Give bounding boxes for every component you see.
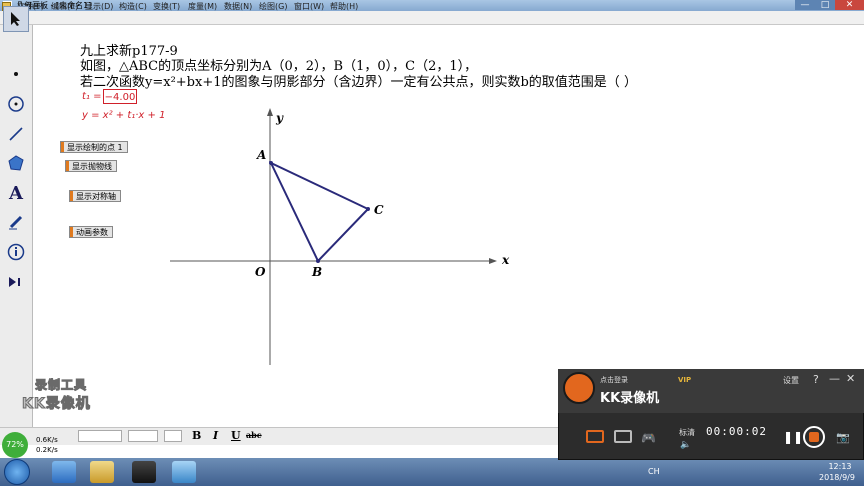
- recorder-settings-button[interactable]: 设置: [783, 375, 799, 386]
- menu-display[interactable]: 显示(D): [85, 1, 113, 13]
- show-points-button[interactable]: 显示绘制的点 1: [60, 141, 128, 153]
- polygon-icon[interactable]: [3, 150, 29, 176]
- close-button[interactable]: ✕: [835, 0, 864, 10]
- menu-transform[interactable]: 变换(T): [153, 1, 180, 13]
- recorder-help-button[interactable]: ?: [813, 373, 819, 386]
- recording-quality[interactable]: 标清: [679, 427, 695, 438]
- menu-bar: [0, 11, 864, 25]
- bold-button[interactable]: B: [192, 429, 201, 442]
- recording-timer: 00:00:02: [706, 425, 767, 438]
- compass-circle-icon[interactable]: [3, 91, 29, 117]
- menu-measure[interactable]: 度量(M): [188, 1, 217, 13]
- record-game-mode-icon[interactable]: 🎮: [641, 431, 656, 445]
- marker-icon[interactable]: [3, 209, 29, 235]
- taskbar: [0, 458, 864, 486]
- file-explorer-icon[interactable]: [90, 461, 114, 483]
- show-parabola-button[interactable]: 显示抛物线: [65, 160, 117, 172]
- line-icon[interactable]: [3, 121, 29, 147]
- font-family-select[interactable]: [78, 430, 122, 442]
- kk-logo-icon: [563, 372, 595, 404]
- record-window-mode-icon[interactable]: [614, 430, 632, 443]
- parameter-label: t₁ =: [82, 91, 102, 102]
- recorder-minimize-button[interactable]: —: [829, 372, 840, 385]
- show-axis-button[interactable]: 显示对称轴: [69, 190, 121, 202]
- custom-tool-icon[interactable]: [3, 269, 29, 295]
- menu-construct[interactable]: 构造(C): [119, 1, 147, 13]
- record-screen-mode-icon[interactable]: [586, 430, 604, 443]
- network-usage-gauge: 72%: [2, 432, 28, 458]
- download-speed: 0.2K/s: [36, 446, 58, 454]
- recorder-close-button[interactable]: ✕: [846, 372, 855, 385]
- recorder-login-link[interactable]: 点击登录: [600, 375, 628, 385]
- pause-icon[interactable]: ❚❚: [783, 430, 803, 444]
- start-button[interactable]: [4, 459, 30, 485]
- camera-icon[interactable]: 📷: [836, 431, 850, 444]
- text-color-picker[interactable]: [164, 430, 182, 442]
- clock-time: 12:13: [828, 462, 852, 471]
- parameter-value[interactable]: −4.00: [103, 89, 137, 104]
- animate-parameter-button[interactable]: 动画参数: [69, 226, 113, 238]
- menu-window[interactable]: 窗口(W): [294, 1, 324, 13]
- media-player-icon[interactable]: [52, 461, 76, 483]
- stop-icon: [809, 432, 819, 442]
- info-icon[interactable]: [3, 239, 29, 265]
- select-arrow-icon[interactable]: [3, 6, 29, 32]
- italic-button[interactable]: I: [213, 429, 218, 442]
- menu-graph[interactable]: 绘图(G): [259, 1, 287, 13]
- function-label: y = x² + t₁·x + 1: [82, 110, 166, 121]
- problem-statement-line2: 若二次函数y=x²+bx+1的图象与阴影部分（含边界）一定有公共点，则实数b的取…: [80, 75, 637, 90]
- font-size-select[interactable]: [128, 430, 158, 442]
- maximize-button[interactable]: □: [815, 0, 835, 10]
- kk-recorder-taskbar-icon[interactable]: [132, 461, 156, 483]
- point-icon[interactable]: [3, 61, 29, 87]
- watermark-line1: 录制工具: [34, 378, 88, 393]
- geometry-sketchpad-taskbar-icon[interactable]: [172, 461, 196, 483]
- upload-speed: 0.6K/s: [36, 436, 58, 444]
- strikethrough-button[interactable]: abc: [246, 430, 262, 440]
- clock-date: 2018/9/9: [819, 473, 855, 482]
- menu-edit[interactable]: 编辑(E): [51, 1, 78, 13]
- minimize-button[interactable]: —: [795, 0, 815, 10]
- vip-badge[interactable]: VIP: [678, 376, 691, 384]
- recorder-name: KK录像机: [600, 391, 660, 406]
- language-indicator[interactable]: CH: [648, 467, 660, 476]
- menu-data[interactable]: 数据(N): [224, 1, 252, 13]
- speaker-icon[interactable]: 🔈: [680, 440, 691, 450]
- menu-help[interactable]: 帮助(H): [330, 1, 358, 13]
- underline-button[interactable]: U: [231, 429, 241, 442]
- text-icon[interactable]: A: [3, 180, 29, 206]
- watermark-line2: KK录像机: [22, 396, 91, 413]
